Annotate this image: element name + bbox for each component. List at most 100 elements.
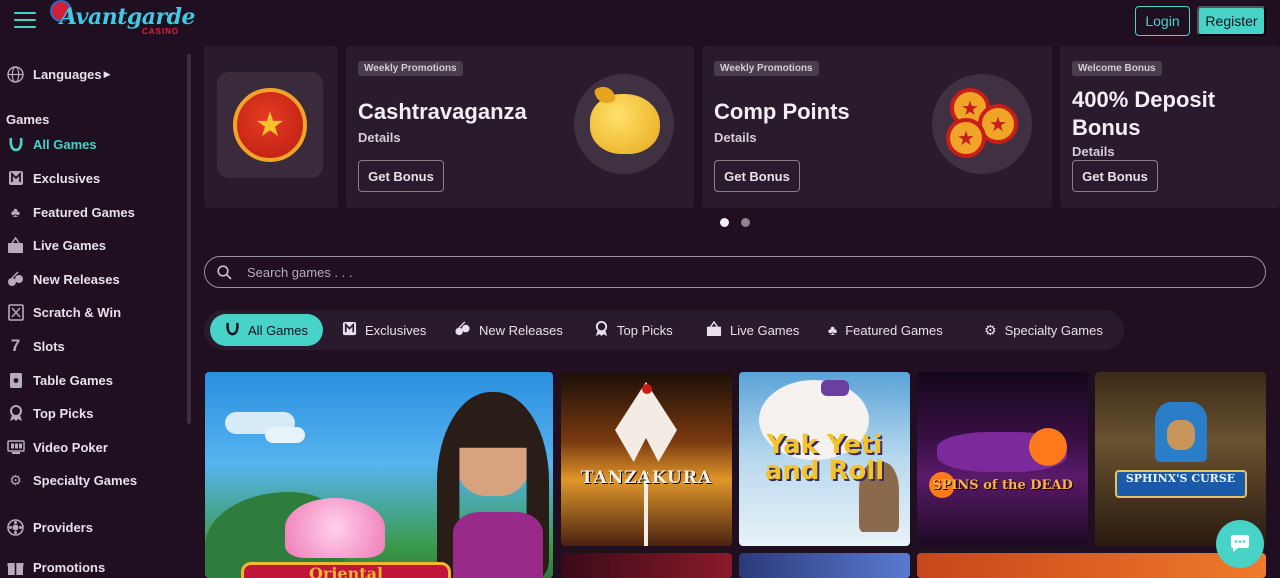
sidebar-item-scratch-win[interactable]: Scratch & Win: [6, 302, 121, 322]
star-medal-icon: ★: [233, 88, 307, 162]
game-tile-spins-of-the-dead[interactable]: SPINS of the DEAD: [917, 372, 1088, 546]
tab-label: All Games: [248, 322, 308, 338]
seven-icon: 7: [10, 336, 21, 355]
sidebar-item-specialty-games[interactable]: ⚙ Specialty Games: [6, 470, 137, 490]
sidebar-item-slots[interactable]: 7 Slots: [6, 336, 65, 356]
tab-specialty-games[interactable]: ⚙ Specialty Games: [974, 314, 1113, 346]
promo-tag: Weekly Promotions: [714, 61, 819, 76]
promo-details-link[interactable]: Details: [1072, 144, 1115, 159]
sidebar-promotions[interactable]: Promotions: [6, 557, 105, 577]
ribbon-icon: [594, 320, 609, 340]
carousel-dot-1[interactable]: [720, 218, 729, 227]
promo-details-link[interactable]: Details: [358, 130, 401, 145]
tab-exclusives[interactable]: Exclusives: [332, 314, 436, 346]
sidebar-item-label: Slots: [33, 338, 65, 354]
tab-label: Specialty Games: [1004, 322, 1103, 338]
sidebar-item-exclusives[interactable]: Exclusives: [6, 168, 100, 188]
sidebar-item-label: Specialty Games: [33, 472, 138, 488]
tab-label: Top Picks: [617, 322, 673, 338]
sidebar-providers-label: Providers: [33, 519, 93, 535]
live-icon: [6, 236, 25, 255]
logo-subtext: CASINO: [142, 27, 180, 36]
sidebar-item-label: Table Games: [33, 372, 113, 388]
sidebar-item-all-games[interactable]: All Games: [6, 134, 97, 154]
promo-carousel: ★ Weekly Promotions Cashtravaganza Detai…: [204, 46, 1280, 208]
sidebar-item-label: All Games: [33, 136, 97, 152]
exclusive-icon: [6, 169, 25, 188]
register-button[interactable]: Register: [1197, 6, 1266, 36]
tab-featured-games[interactable]: ♣ Featured Games: [818, 314, 953, 346]
sidebar-item-featured-games[interactable]: ♣ Featured Games: [6, 202, 135, 222]
coins-icon: ★ ★ ★: [932, 74, 1032, 174]
hamburger-menu-icon[interactable]: [14, 12, 36, 30]
tab-label: Featured Games: [845, 322, 943, 338]
logo[interactable]: Avantgarde CASINO: [50, 0, 195, 44]
promo-title: Comp Points: [714, 99, 850, 124]
sidebar-item-new-releases[interactable]: New Releases: [6, 269, 120, 289]
sidebar-item-label: Top Picks: [33, 405, 94, 421]
chat-icon: [1231, 535, 1249, 552]
medal-frame: ★: [217, 72, 323, 178]
sidebar-item-table-games[interactable]: Table Games: [6, 370, 113, 390]
sidebar-item-label: Scratch & Win: [33, 304, 122, 320]
live-icon: [706, 320, 722, 340]
sidebar-scrollbar[interactable]: [187, 54, 191, 424]
promo-card: Weekly Promotions Comp Points Details Ge…: [702, 46, 1052, 208]
tab-label: New Releases: [479, 322, 563, 338]
tab-live-games[interactable]: Live Games: [696, 314, 809, 346]
promo-details-link[interactable]: Details: [714, 130, 757, 145]
search-bar: [204, 256, 1266, 288]
providers-icon: [6, 518, 25, 537]
login-button[interactable]: Login: [1135, 6, 1190, 36]
horseshoe-icon: [6, 135, 25, 154]
sidebar-item-top-picks[interactable]: Top Picks: [6, 403, 93, 423]
search-icon: [217, 264, 233, 280]
sidebar-languages[interactable]: Languages ▶: [6, 64, 111, 84]
caret-right-icon: ▶: [103, 68, 111, 79]
sidebar-item-label: Video Poker: [33, 439, 108, 455]
game-title: Yak Yeti and Roll: [764, 430, 885, 486]
game-title: TANZAKURA: [580, 468, 713, 488]
tab-new-releases[interactable]: New Releases: [444, 314, 573, 346]
game-title: SPINS of the DEAD: [932, 478, 1073, 493]
header: Avantgarde CASINO Login Register: [0, 0, 1280, 44]
carousel-dot-2[interactable]: [741, 218, 750, 227]
ribbon-icon: [6, 404, 25, 423]
game-tile-oriental[interactable]: Oriental: [205, 372, 553, 578]
sidebar-item-video-poker[interactable]: Video Poker: [6, 437, 108, 457]
sidebar-item-label: Exclusives: [33, 170, 101, 186]
gear-icon: ⚙: [9, 471, 22, 488]
carousel-dots: [720, 218, 750, 227]
sidebar-providers[interactable]: Providers: [6, 517, 93, 537]
tab-label: Live Games: [730, 322, 800, 338]
category-tabs: All Games Exclusives New Releases Top Pi…: [204, 310, 1124, 350]
sidebar-item-live-games[interactable]: Live Games: [6, 235, 106, 255]
search-input[interactable]: [247, 264, 1147, 280]
sidebar-item-label: Live Games: [33, 237, 106, 253]
gift-icon: [6, 558, 25, 577]
game-tile[interactable]: [917, 553, 1266, 578]
scratch-icon: [6, 303, 25, 322]
exclusive-icon: [342, 321, 357, 339]
promo-card: Weekly Promotions Cashtravaganza Details…: [346, 46, 694, 208]
clover-icon: ♣: [828, 322, 838, 338]
promo-tag: Welcome Bonus: [1072, 61, 1162, 76]
globe-icon: [6, 65, 25, 84]
tab-all-games[interactable]: All Games: [210, 314, 323, 346]
clover-icon: ♣: [10, 204, 21, 220]
sidebar: Languages ▶ Games All Games Exclusives ♣…: [0, 44, 194, 578]
promo-card-medal[interactable]: ★: [204, 46, 338, 208]
get-bonus-button[interactable]: Get Bonus: [358, 160, 444, 192]
promo-title: 400% Deposit Bonus: [1072, 87, 1216, 140]
game-tile[interactable]: [739, 553, 910, 578]
get-bonus-button[interactable]: Get Bonus: [1072, 160, 1158, 192]
get-bonus-button[interactable]: Get Bonus: [714, 160, 800, 192]
game-tile-tanzakura[interactable]: TANZAKURA: [561, 372, 732, 546]
promo-tag: Weekly Promotions: [358, 61, 463, 76]
chat-button[interactable]: [1216, 520, 1264, 568]
tab-top-picks[interactable]: Top Picks: [584, 314, 683, 346]
sidebar-item-label: New Releases: [33, 271, 120, 287]
game-tile-yak-yeti-roll[interactable]: Yak Yeti and Roll: [739, 372, 910, 546]
game-tile[interactable]: [561, 553, 732, 578]
game-title: SPHINX'S CURSE: [1125, 472, 1236, 485]
